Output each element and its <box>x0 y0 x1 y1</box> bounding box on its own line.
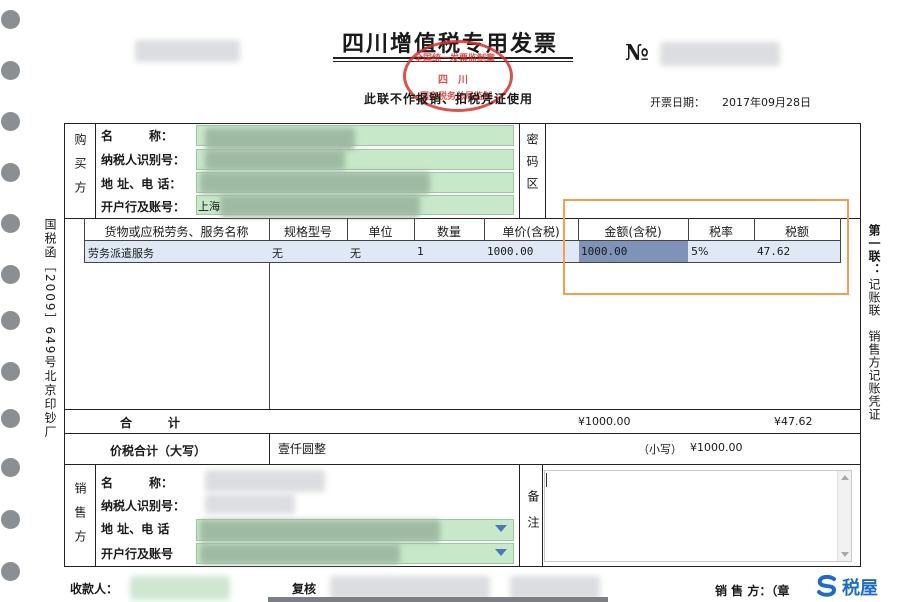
stamp-text-top: 全国统一发票监制章 <box>414 54 496 64</box>
grand-total-small-value: ¥1000.00 <box>690 441 743 454</box>
text-cursor <box>546 473 547 487</box>
chevron-down-icon <box>495 549 507 556</box>
redacted-buyer-name <box>205 128 355 150</box>
remarks-scrollbar[interactable] <box>837 471 851 561</box>
copy-purpose: 记账联 销售方记账凭证 <box>867 278 881 421</box>
horizontal-scrollbar[interactable] <box>268 597 608 602</box>
issue-date-label: 开票日期： <box>650 96 705 109</box>
redacted-buyer-bank <box>220 195 420 217</box>
payee-label: 收款人： <box>70 582 119 596</box>
totals-tax: ¥47.62 <box>774 415 813 428</box>
brand-s-icon <box>817 574 837 597</box>
grand-total-label: 价税合计（大写） <box>110 444 207 458</box>
cipher-area-label: 密码区 <box>525 133 539 199</box>
copy-number: 第一联： <box>867 224 881 276</box>
seller-bank-label: 开户行及账号 <box>101 547 174 561</box>
grand-total-in-words: 壹仟圆整 <box>278 442 327 456</box>
invoice-subtitle: 此联不作报销、扣税凭证使用 <box>364 92 534 106</box>
redacted-code <box>135 40 240 62</box>
redacted-seller-bank <box>200 544 400 564</box>
binder-hole <box>1 10 20 29</box>
binder-hole <box>1 61 20 80</box>
col-header-spec: 规格型号 <box>283 225 332 239</box>
buyer-address-label: 地 址、电 话： <box>101 177 182 191</box>
buyer-bank-label: 开户行及账号： <box>101 200 186 214</box>
invoice-no-label: № <box>625 40 649 66</box>
remarks-label: 备注 <box>526 490 540 542</box>
binder-hole <box>1 362 20 381</box>
buyer-bank-prefix: 上海 <box>198 200 220 213</box>
totals-label: 合 计 <box>120 416 181 430</box>
issue-date: 2017年09月28日 <box>722 96 811 109</box>
item-unit[interactable]: 无 <box>350 245 361 261</box>
scroll-down-icon[interactable] <box>841 552 849 557</box>
grand-total-small-label: （小写） <box>638 443 682 456</box>
seller-address-label: 地 址、电 话 <box>101 522 170 536</box>
binder-hole <box>1 112 20 131</box>
redacted-buyer-tax-id <box>205 150 345 170</box>
redacted-seller-name <box>205 470 325 492</box>
seller-section-label: 销售方 <box>73 482 87 554</box>
buyer-section-label: 购买方 <box>73 133 87 205</box>
col-header-qty: 数量 <box>436 225 461 239</box>
buyer-name-label: 名 称： <box>101 129 174 143</box>
binder-hole <box>1 265 20 284</box>
reviewer-label: 复核 <box>292 582 317 596</box>
binder-hole <box>1 510 20 529</box>
printer-note: 国税函［2009］649号北京印钞厂 <box>43 218 57 440</box>
highlight-box <box>563 199 849 295</box>
item-spec[interactable]: 无 <box>272 245 283 261</box>
redacted-invoice-number <box>660 42 780 66</box>
redacted-seller-address <box>200 520 440 542</box>
totals-amount: ¥1000.00 <box>578 415 631 428</box>
remarks-textarea[interactable] <box>544 470 852 562</box>
binder-hole <box>1 562 20 581</box>
seller-tax-id-label: 纳税人识别号： <box>101 499 186 513</box>
item-qty[interactable]: 1 <box>417 245 424 258</box>
buyer-tax-id-label: 纳税人识别号： <box>101 153 186 167</box>
col-header-unit: 单位 <box>368 225 393 239</box>
item-name[interactable]: 劳务派遣服务 <box>88 245 154 261</box>
brand-logo: 税屋 <box>814 572 898 600</box>
binder-hole <box>1 311 20 330</box>
binder-hole <box>1 214 20 233</box>
chevron-down-icon <box>495 525 507 532</box>
scroll-up-icon[interactable] <box>841 475 849 480</box>
redacted-seller-tax-id <box>205 494 295 514</box>
col-header-name: 货物或应税劳务、服务名称 <box>104 225 249 239</box>
redacted-buyer-address <box>200 172 430 194</box>
seller-stamp-label: 销 售 方：（章 <box>715 584 790 598</box>
item-unit-price[interactable]: 1000.00 <box>487 245 533 258</box>
brand-name: 税屋 <box>842 578 878 599</box>
stamp-text-middle: 四 川 <box>438 75 468 86</box>
redacted-payee <box>130 576 230 600</box>
binder-hole <box>1 409 20 428</box>
binder-hole <box>1 163 20 182</box>
seller-name-label: 名 称： <box>101 476 174 490</box>
binder-hole <box>1 458 20 477</box>
